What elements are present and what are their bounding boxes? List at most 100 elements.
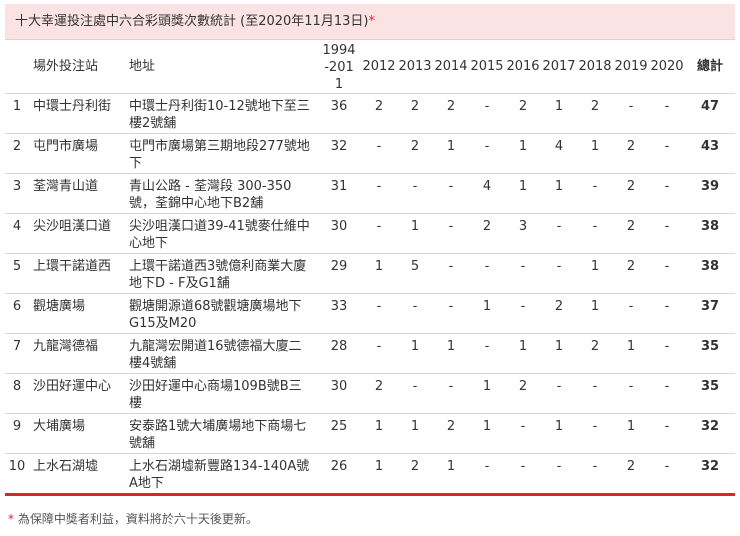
count-cell-2016: -	[505, 253, 541, 294]
count-cell-2015: -	[469, 333, 505, 374]
count-cell-1994-2011-text: 30	[330, 379, 348, 394]
rank-cell: 8	[5, 373, 29, 414]
count-cell-2015: -	[469, 454, 505, 494]
count-cell-2014: 2	[433, 413, 469, 454]
total-cell-text: 38	[700, 259, 720, 274]
total-cell-text: 38	[700, 219, 720, 234]
address-cell-text: 屯門市廣場第三期地段277號地下	[129, 139, 310, 171]
count-cell-1994-2011: 26	[317, 454, 361, 494]
address-cell: 青山公路 - 荃灣段 300-350號，荃錦中心地下B2舖	[125, 173, 317, 214]
rank-cell: 7	[5, 333, 29, 374]
count-cell-2016: 3	[505, 213, 541, 254]
count-cell-2015-text: -	[484, 139, 490, 154]
count-cell-2012-text: 1	[374, 259, 384, 274]
count-cell-2017: -	[541, 213, 577, 254]
count-cell-2013: 1	[397, 413, 433, 454]
count-cell-2016-text: 2	[518, 99, 528, 114]
header-year-2016: 2016	[505, 40, 541, 94]
count-cell-2019-text: 2	[626, 179, 636, 194]
rank-cell-text: 3	[12, 179, 22, 194]
count-cell-2016-text: -	[520, 259, 526, 274]
count-cell-2015-text: 4	[482, 179, 492, 194]
total-cell: 32	[685, 413, 735, 454]
count-cell-2018: -	[577, 454, 613, 494]
count-cell-2015-text: 1	[482, 379, 492, 394]
count-cell-2018-text: -	[592, 219, 598, 234]
count-cell-1994-2011-text: 30	[330, 219, 348, 234]
count-cell-2019: -	[613, 373, 649, 414]
table-row: 7 九龍灣德福 九龍灣宏開道16號德福大廈二樓4號舖 28 - 1 1 - 1 1 2 1 - 35	[5, 333, 735, 374]
count-cell-2014-text: 2	[446, 419, 456, 434]
shop-name-cell: 九龍灣德福	[29, 333, 125, 374]
count-cell-1994-2011-text: 29	[330, 259, 348, 274]
table-title-text: 十大幸運投注處中六合彩頭獎次數統計 (至2020年11月13日)	[15, 14, 369, 29]
total-cell-text: 37	[700, 299, 720, 314]
count-cell-1994-2011: 25	[317, 413, 361, 454]
count-cell-2019: 2	[613, 253, 649, 294]
count-cell-2013-text: 5	[410, 259, 420, 274]
count-cell-2018: 1	[577, 293, 613, 334]
count-cell-2020-text: -	[664, 299, 670, 314]
rank-cell-text: 6	[12, 299, 22, 314]
shop-name-cell-text: 觀塘廣場	[33, 299, 86, 314]
count-cell-2014-text: -	[448, 179, 454, 194]
rank-cell-text: 7	[12, 339, 22, 354]
count-cell-2019: 1	[613, 333, 649, 374]
count-cell-2012-text: -	[376, 339, 382, 354]
header-year-2017: 2017	[541, 40, 577, 94]
total-cell-text: 39	[700, 179, 720, 194]
count-cell-1994-2011: 30	[317, 213, 361, 254]
address-cell-text: 沙田好運中心商場109B號B三樓	[129, 379, 302, 411]
rank-cell: 9	[5, 413, 29, 454]
count-cell-2019: 2	[613, 454, 649, 494]
count-cell-2019: -	[613, 93, 649, 134]
count-cell-2014-text: 1	[446, 459, 456, 474]
count-cell-2020-text: -	[664, 99, 670, 114]
count-cell-2013: -	[397, 173, 433, 214]
count-cell-2017: 2	[541, 293, 577, 334]
count-cell-2020: -	[649, 333, 685, 374]
shop-name-cell: 中環士丹利街	[29, 93, 125, 134]
count-cell-2013: 2	[397, 133, 433, 174]
footnote-asterisk: *	[8, 512, 14, 526]
total-cell-text: 47	[700, 99, 720, 114]
count-cell-1994-2011: 31	[317, 173, 361, 214]
count-cell-2014-text: -	[448, 259, 454, 274]
count-cell-2012: -	[361, 333, 397, 374]
count-cell-2014: -	[433, 293, 469, 334]
rank-cell-text: 4	[12, 219, 22, 234]
shop-name-cell-text: 尖沙咀漢口道	[33, 219, 112, 234]
table-body: 1 中環士丹利街 中環士丹利街10-12號地下至三樓2號舖 36 2 2 2-2 1 2- -47…	[5, 93, 735, 494]
count-cell-2013: -	[397, 373, 433, 414]
stats-panel: 十大幸運投注處中六合彩頭獎次數統計 (至2020年11月13日)* 場外投注站 …	[5, 4, 735, 496]
count-cell-2017-text: -	[556, 259, 562, 274]
count-cell-2016-text: -	[520, 419, 526, 434]
header-year-2015: 2015	[469, 40, 505, 94]
count-cell-2020-text: -	[664, 419, 670, 434]
rank-cell: 1	[5, 93, 29, 134]
header-row: 場外投注站 地址 1994-2011 2012 2013 2014 2015 2…	[5, 40, 735, 94]
count-cell-2017: -	[541, 373, 577, 414]
shop-name-cell: 觀塘廣場	[29, 293, 125, 334]
table-row: 10 上水石湖墟 上水石湖墟新豐路134-140A號A地下 26 1 2 1 - - - - 2 - 32	[5, 454, 735, 494]
count-cell-2017-text: -	[556, 219, 562, 234]
count-cell-1994-2011-text: 26	[330, 459, 348, 474]
count-cell-2013: 1	[397, 333, 433, 374]
address-cell-text: 觀塘開源道68號觀塘廣場地下G15及M20	[129, 299, 302, 331]
table-row: 5 上環干諾道西 上環干諾道西3號億利商業大廈地下D - F及G1舖 29 1 5 - - - -…	[5, 253, 735, 294]
count-cell-2016: -	[505, 413, 541, 454]
rank-cell-text: 10	[8, 459, 26, 474]
count-cell-2020: -	[649, 213, 685, 254]
count-cell-2016: 2	[505, 373, 541, 414]
shop-name-cell-text: 大埔廣場	[33, 419, 86, 434]
count-cell-2019-text: 2	[626, 459, 636, 474]
count-cell-2017-text: -	[556, 459, 562, 474]
count-cell-2018-text: -	[592, 459, 598, 474]
total-cell-text: 35	[700, 379, 720, 394]
rank-cell: 2	[5, 133, 29, 174]
count-cell-2017: -	[541, 253, 577, 294]
table-title: 十大幸運投注處中六合彩頭獎次數統計 (至2020年11月13日)*	[5, 4, 735, 40]
table-row: 8 沙田好運中心 沙田好運中心商場109B號B三樓 30 2 - - 1 2 - - - - 35	[5, 373, 735, 414]
count-cell-2017-text: 2	[554, 299, 564, 314]
count-cell-2014-text: 1	[446, 139, 456, 154]
